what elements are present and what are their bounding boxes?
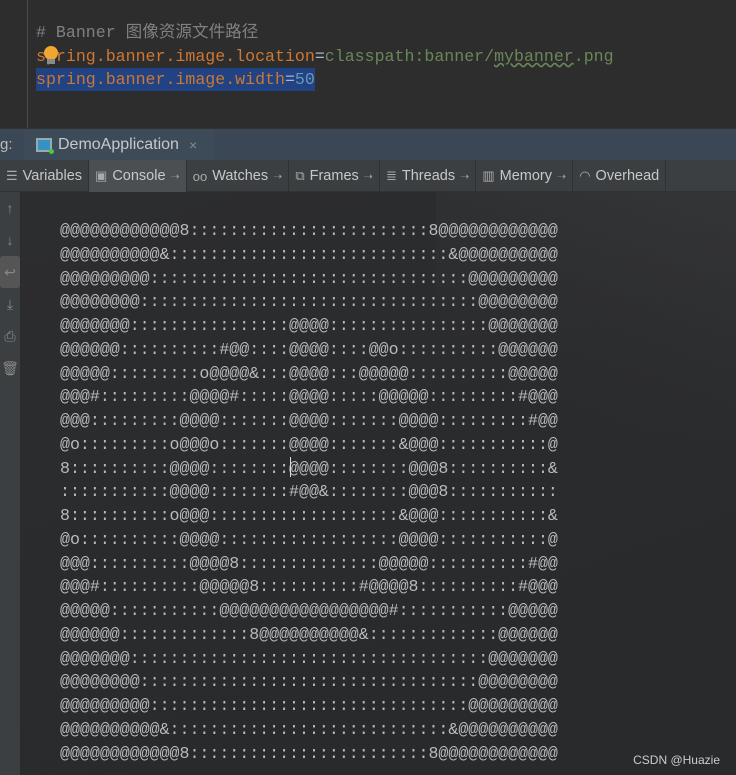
gutter-divider: [27, 0, 28, 128]
property-value-ext: .png: [573, 47, 614, 66]
console-line: @@@@@@::::::::::#@@::::@@@@::::@@o::::::…: [60, 339, 558, 359]
tab-memory[interactable]: ▥ Memory ➝: [476, 160, 574, 192]
list-icon: ☰: [6, 168, 18, 183]
code-line-location: spring.banner.image.location=classpath:b…: [36, 45, 614, 68]
console-icon: ▣: [95, 168, 108, 183]
equals-sign: =: [284, 70, 295, 89]
console-line: @@@@@:::::::::o@@@@&:::@@@@:::@@@@@:::::…: [60, 363, 558, 383]
close-icon[interactable]: ×: [189, 137, 197, 153]
text-cursor: [290, 457, 291, 477]
soft-wrap-icon[interactable]: ↩: [0, 256, 20, 288]
console-line: @@@@@@:::::::::::::8@@@@@@@@@@&:::::::::…: [60, 624, 558, 644]
property-value-typo: mybanner: [494, 47, 574, 66]
tab-label: Memory: [499, 168, 552, 184]
tab-threads[interactable]: ≣ Threads ➝: [380, 160, 477, 192]
pin-icon[interactable]: ➝: [171, 170, 180, 183]
console-line: :::::::::::@@@@::::::::#@@&::::::::@@@8:…: [60, 482, 558, 502]
tab-label: DemoApplication: [58, 136, 179, 153]
property-value: 50: [294, 70, 315, 89]
scroll-to-end-icon[interactable]: ⤓: [0, 288, 20, 320]
console-line: @@@@@@@@@@@@8::::::::::::::::::::::::8@@…: [60, 221, 558, 240]
console-line: @o:::::::::o@@@o:::::::@@@@:::::::&@@@::…: [60, 434, 558, 454]
property-value: classpath:banner/: [324, 47, 495, 66]
console-line: @@@:::::::::@@@@:::::::@@@@:::::::@@@@::…: [60, 411, 558, 430]
tab-variables[interactable]: ☰ Variables: [0, 160, 90, 192]
console-line: 8::::::::::o@@@:::::::::::::::::::&@@@::…: [60, 506, 558, 525]
trash-icon[interactable]: 🗑: [0, 352, 20, 384]
console-line: @@@#::::::::::@@@@@8::::::::::#@@@@8::::…: [60, 577, 558, 597]
console-line: @@@#:::::::::@@@@#:::::@@@@:::::@@@@@:::…: [60, 387, 558, 407]
tab-label: Threads: [401, 168, 456, 184]
console-line: @@@@@@@@@@&::::::::::::::::::::::::::::&…: [60, 244, 558, 264]
console-line: @@@@@@@@@@@@8::::::::::::::::::::::::8@@…: [60, 743, 558, 763]
code-line-comment: # Banner 图像资源文件路径: [36, 23, 259, 42]
console-line: @@@@@@@@::::::::::::::::::::::::::::::::…: [60, 292, 558, 312]
code-editor[interactable]: # Banner 图像资源文件路径 spring.banner.image.lo…: [0, 0, 736, 128]
tab-label: Overhead: [595, 168, 660, 184]
property-key: spring.banner.image.width: [36, 70, 285, 89]
console-line: @o::::::::::@@@@::::::::::::::::::@@@@::…: [60, 529, 558, 549]
threads-icon: ≣: [385, 168, 397, 183]
memory-icon: ▥: [482, 168, 495, 183]
property-key: spring.banner.image.location: [36, 47, 315, 66]
watermark: CSDN @Huazie: [633, 753, 720, 767]
console-line: @@@@@@@::::::::::::::::@@@@:::::::::::::…: [60, 316, 558, 335]
tab-overhead[interactable]: ◠ Overhead: [573, 160, 667, 192]
arrow-up-icon[interactable]: ↑: [0, 192, 20, 224]
tab-frames[interactable]: ⧉ Frames ➝: [289, 160, 380, 192]
code-line-width-selected: spring.banner.image.width=50: [36, 68, 315, 91]
pin-icon[interactable]: ➝: [364, 170, 373, 183]
console-side-toolbar: ↑ ↓ ↩ ⤓ ⎙ 🗑: [0, 192, 20, 775]
debug-label: g:: [0, 136, 13, 153]
console-line: @@@@@@@:::::::::::::::::::::::::::::::::…: [60, 648, 558, 668]
pin-icon[interactable]: ➝: [460, 170, 469, 183]
lightbulb-icon[interactable]: [44, 46, 58, 64]
console-line: @@@@@@@@@:::::::::::::::::::::::::::::::…: [60, 268, 558, 288]
gauge-icon: ◠: [579, 168, 591, 183]
tab-demo-application[interactable]: DemoApplication ×: [24, 129, 214, 161]
application-icon: [36, 138, 54, 154]
console-line: @@@@@@@@@:::::::::::::::::::::::::::::::…: [60, 696, 558, 715]
tab-label: Variables: [22, 168, 83, 184]
debug-tab-bar: g: DemoApplication ×: [0, 128, 736, 161]
console-line: @@@::::::::::@@@@8::::::::::::::@@@@@:::…: [60, 553, 558, 573]
console-output: @@@@@@@@@@@@8::::::::::::::::::::::::8@@…: [60, 219, 558, 765]
frames-icon: ⧉: [295, 168, 305, 183]
tab-label: Watches: [212, 168, 269, 184]
console-line: 8::::::::::@@@@::::::::@@@@::::::::@@@8:…: [60, 458, 558, 478]
tab-label: Frames: [309, 168, 359, 184]
console-output-area[interactable]: @@@@@@@@@@@@8::::::::::::::::::::::::8@@…: [21, 192, 736, 775]
pin-icon[interactable]: ➝: [557, 170, 566, 183]
console-line: @@@@@@@@::::::::::::::::::::::::::::::::…: [60, 672, 558, 692]
print-icon[interactable]: ⎙: [0, 320, 20, 352]
debugger-toolbar: ☰ Variables ▣ Console ➝ oo Watches ➝ ⧉ Frames ➝…: [0, 160, 736, 192]
equals-sign: =: [314, 47, 325, 66]
glasses-icon: oo: [192, 168, 208, 184]
arrow-down-icon[interactable]: ↓: [0, 224, 20, 256]
tab-console[interactable]: ▣ Console ➝: [89, 160, 187, 192]
console-line: @@@@@@@@@@&::::::::::::::::::::::::::::&…: [60, 719, 558, 739]
console-line: @@@@@:::::::::::@@@@@@@@@@@@@@@@@#::::::…: [60, 601, 558, 620]
pin-icon[interactable]: ➝: [273, 170, 282, 183]
tab-watches[interactable]: oo Watches ➝: [187, 160, 290, 192]
tab-label: Console: [112, 168, 166, 184]
